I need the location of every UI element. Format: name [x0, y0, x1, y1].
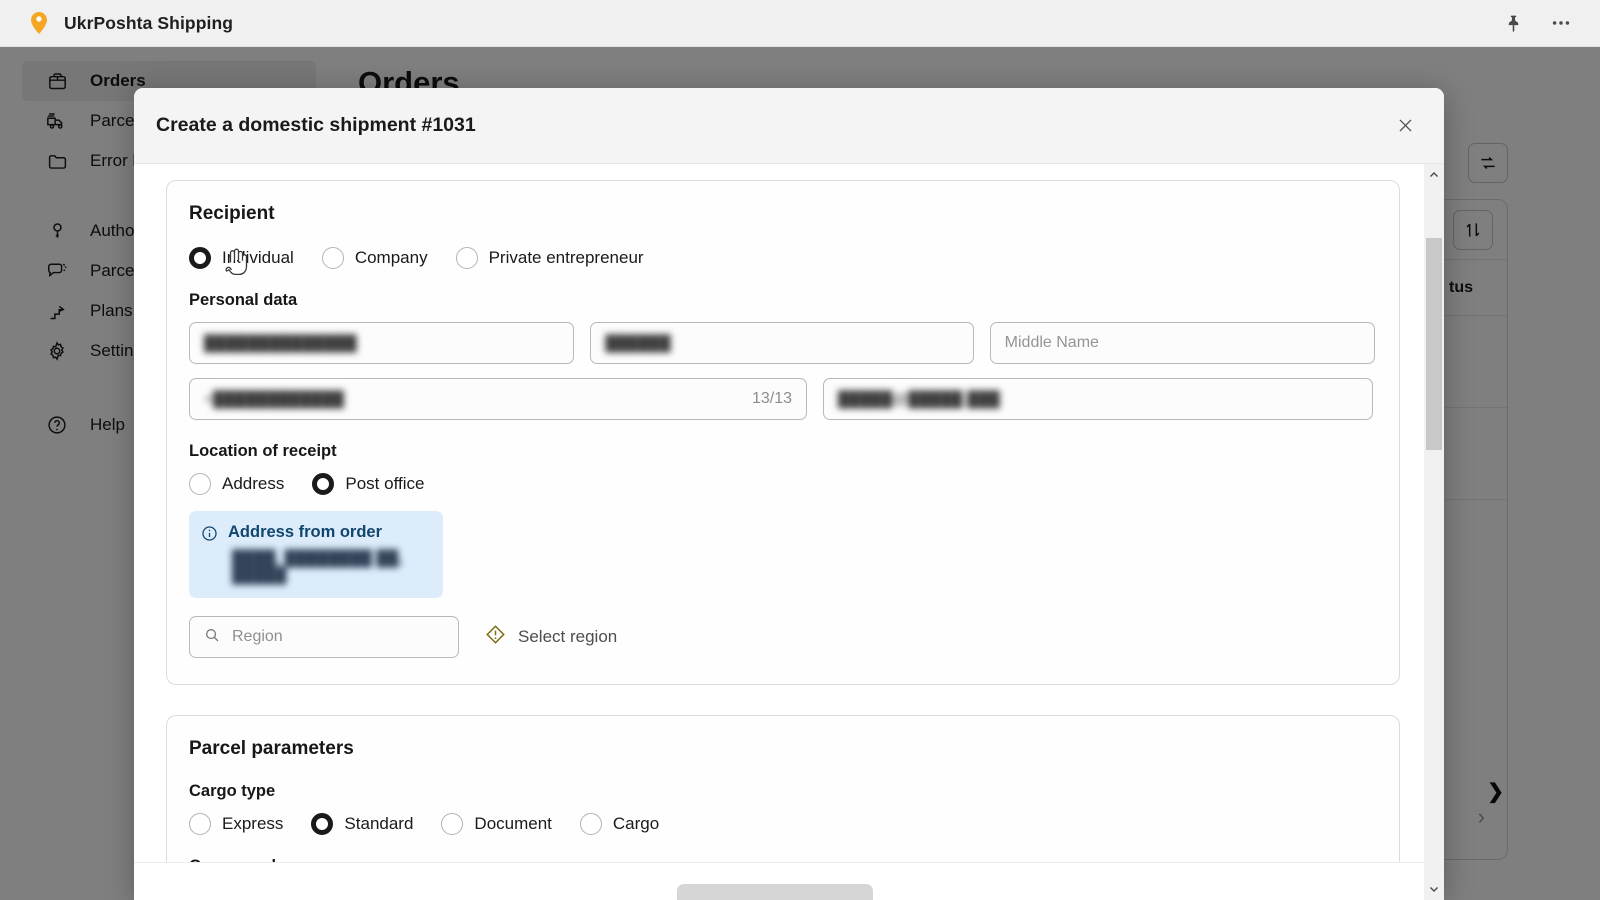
chevron-down-icon[interactable]: [1424, 878, 1444, 900]
radio-label: Address: [222, 474, 284, 494]
radio-express[interactable]: Express: [189, 813, 283, 835]
more-horizontal-icon[interactable]: [1548, 10, 1574, 36]
submit-button[interactable]: [677, 884, 873, 900]
radio-label: Individual: [222, 248, 294, 268]
app-title: UkrPoshta Shipping: [64, 13, 233, 34]
radio-mark-icon: [441, 813, 463, 835]
region-row: Region Select region: [189, 616, 1375, 658]
radio-address[interactable]: Address: [189, 473, 284, 495]
radio-label: Standard: [344, 814, 413, 834]
first-name-field[interactable]: ██████: [590, 322, 973, 364]
radio-cargo[interactable]: Cargo: [580, 813, 659, 835]
radio-document[interactable]: Document: [441, 813, 551, 835]
parcel-parameters-title: Parcel parameters: [189, 738, 1375, 760]
search-icon: [204, 627, 220, 648]
info-circle-icon: [201, 525, 218, 547]
modal-title: Create a domestic shipment #1031: [156, 114, 476, 137]
modal-header: Create a domestic shipment #1031: [134, 88, 1444, 164]
radio-mark-icon: [189, 813, 211, 835]
middle-name-field[interactable]: Middle Name: [990, 322, 1375, 364]
radio-mark-icon: [189, 247, 211, 269]
address-from-order-info-box: Address from order ████, ████████ ██, ██…: [189, 511, 443, 598]
region-placeholder: Region: [232, 628, 283, 646]
recipient-type-radio-group: Individual Company Private entrepreneur: [189, 247, 1375, 269]
cargo-type-radio-group: Express Standard Document Cargo: [189, 813, 1375, 835]
modal-footer: [134, 862, 1444, 900]
radio-label: Post office: [345, 474, 424, 494]
personal-data-title: Personal data: [189, 291, 1375, 310]
personal-data-row-2: +████████████ 13/13 █████@█████.███: [189, 378, 1375, 420]
contact-email-field-value: █████@█████.███: [838, 391, 1000, 408]
info-box-address: ████, ████████ ██, █████: [232, 550, 429, 584]
pin-icon[interactable]: [1500, 10, 1526, 36]
close-icon[interactable]: [1388, 109, 1422, 143]
phone-field-value: +████████████: [204, 391, 344, 408]
personal-data-row-1: ██████████████ ██████ Middle Name: [189, 322, 1375, 364]
select-region-validation: Select region: [485, 624, 617, 650]
radio-label: Company: [355, 248, 428, 268]
info-box-title: Address from order: [228, 523, 429, 542]
location-pin-icon: [28, 11, 50, 35]
select-region-label: Select region: [518, 627, 617, 647]
radio-company[interactable]: Company: [322, 247, 428, 269]
radio-mark-icon: [456, 247, 478, 269]
contact-email-field[interactable]: █████@█████.███: [823, 378, 1373, 420]
titlebar-actions: [1500, 10, 1574, 36]
radio-label: Cargo: [613, 814, 659, 834]
recipient-card: Recipient Individual Company Private ent…: [166, 180, 1400, 685]
modal-body: Recipient Individual Company Private ent…: [134, 164, 1424, 900]
radio-mark-icon: [189, 473, 211, 495]
radio-mark-icon: [311, 813, 333, 835]
window-title-bar: UkrPoshta Shipping: [0, 0, 1600, 47]
phone-field[interactable]: +████████████ 13/13: [189, 378, 807, 420]
create-shipment-modal: Create a domestic shipment #1031 Recipie…: [134, 88, 1444, 900]
middle-name-placeholder: Middle Name: [1005, 334, 1099, 352]
modal-scrollbar[interactable]: [1424, 164, 1444, 900]
radio-label: Private entrepreneur: [489, 248, 644, 268]
cargo-type-title: Cargo type: [189, 782, 1375, 801]
chevron-up-icon[interactable]: [1424, 164, 1444, 186]
radio-standard[interactable]: Standard: [311, 813, 413, 835]
radio-individual[interactable]: Individual: [189, 247, 294, 269]
radio-mark-icon: [322, 247, 344, 269]
first-name-field-value: ██████: [605, 335, 671, 352]
radio-mark-icon: [312, 473, 334, 495]
warning-diamond-icon: [485, 624, 506, 650]
recipient-section-title: Recipient: [189, 203, 1375, 225]
scrollbar-thumb[interactable]: [1426, 238, 1442, 450]
region-search-input[interactable]: Region: [189, 616, 459, 658]
modal-scroll-area: Recipient Individual Company Private ent…: [134, 164, 1424, 900]
radio-label: Express: [222, 814, 283, 834]
phone-character-counter: 13/13: [752, 390, 792, 408]
radio-post-office[interactable]: Post office: [312, 473, 424, 495]
radio-private-entrepreneur[interactable]: Private entrepreneur: [456, 247, 644, 269]
email-field[interactable]: ██████████████: [189, 322, 574, 364]
radio-mark-icon: [580, 813, 602, 835]
location-radio-group: Address Post office: [189, 473, 1375, 495]
radio-label: Document: [474, 814, 551, 834]
location-of-receipt-title: Location of receipt: [189, 442, 1375, 461]
email-field-value: ██████████████: [204, 335, 357, 352]
